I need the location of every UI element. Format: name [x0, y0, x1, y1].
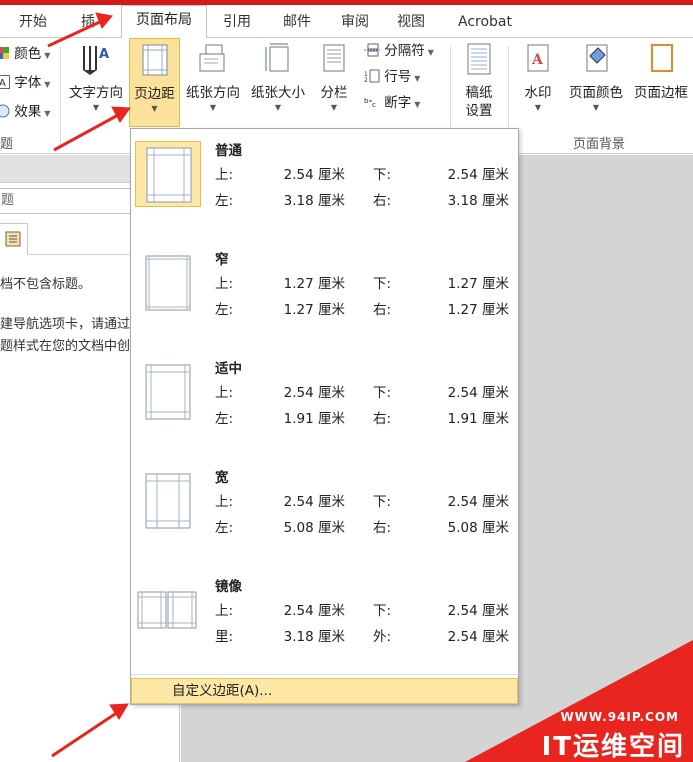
site-watermark: WWW.94IP.COM IT运维空间 — [420, 640, 693, 762]
arrow-to-tab — [47, 18, 105, 48]
arrow-head-tab — [95, 12, 113, 29]
watermark-brand: IT运维空间 — [541, 732, 685, 762]
watermark-url: WWW.94IP.COM — [560, 710, 679, 724]
arrow-to-custom — [51, 710, 119, 758]
arrow-head-margins — [111, 106, 131, 123]
arrow-to-margins — [53, 112, 121, 152]
